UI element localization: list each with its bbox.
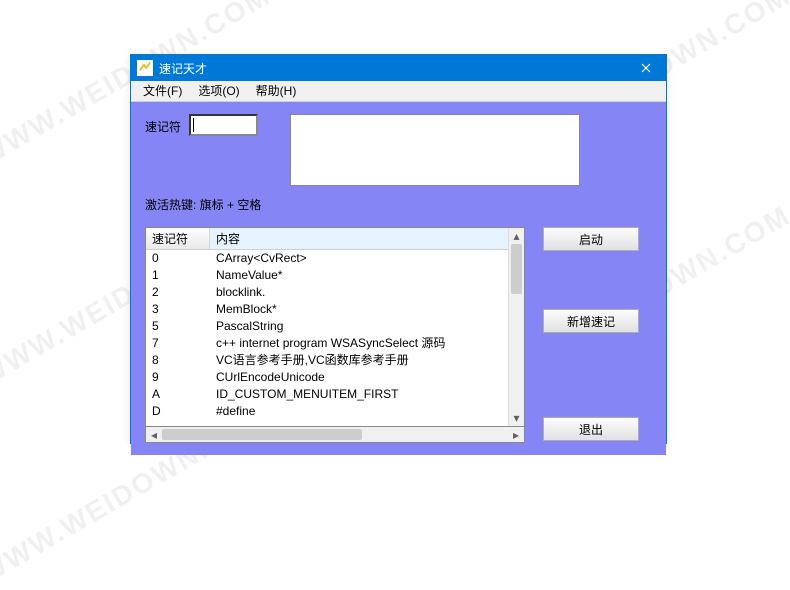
row-content: CUrlEncodeUnicode [210,369,508,386]
menubar: 文件(F) 选项(O) 帮助(H) [131,81,666,102]
row-shortcode: 7 [146,335,210,352]
table-row[interactable]: 3MemBlock* [146,301,508,318]
titlebar[interactable]: 速记天才 [131,55,666,81]
row-content: MemBlock* [210,301,508,318]
row-shortcode: D [146,403,210,420]
scroll-track-h[interactable] [162,427,508,442]
row-content: CArray<CvRect> [210,250,508,267]
menu-file[interactable]: 文件(F) [135,81,190,101]
add-shortcut-button[interactable]: 新增速记 [543,309,639,333]
close-button[interactable] [626,55,666,81]
table-row[interactable]: 1NameValue* [146,267,508,284]
shortcode-input[interactable] [194,117,254,133]
menu-help[interactable]: 帮助(H) [248,81,305,101]
list-header-content[interactable]: 内容 [210,228,508,249]
row-content: PascalString [210,318,508,335]
row-shortcode: 1 [146,267,210,284]
row-content: blocklink. [210,284,508,301]
vertical-scrollbar[interactable]: ▴ ▾ [508,228,524,426]
content-textarea[interactable] [290,114,580,186]
list-header[interactable]: 速记符 内容 [146,228,508,250]
scroll-thumb-h[interactable] [162,429,362,440]
table-row[interactable]: 8VC语言参考手册,VC函数库参考手册 [146,352,508,369]
table-row[interactable]: 2blocklink. [146,284,508,301]
start-button[interactable]: 启动 [543,227,639,251]
menu-options[interactable]: 选项(O) [190,81,247,101]
shortcut-list[interactable]: 速记符 内容 0CArray<CvRect>1NameValue*2blockl… [145,227,525,427]
row-content: #define [210,403,508,420]
row-shortcode: 3 [146,301,210,318]
row-content: VC语言参考手册,VC函数库参考手册 [210,352,508,369]
row-content: c++ internet program WSASyncSelect 源码 [210,335,508,352]
exit-button[interactable]: 退出 [543,417,639,441]
row-shortcode: A [146,386,210,403]
app-window: 速记天才 文件(F) 选项(O) 帮助(H) 速记符 激活热键: 旗标 + 空格 [130,54,667,444]
row-shortcode: 2 [146,284,210,301]
shortcode-label: 速记符 [145,114,181,135]
scroll-right-icon[interactable]: ▸ [508,427,524,443]
app-icon [137,60,153,76]
row-content: ID_CUSTOM_MENUITEM_FIRST [210,386,508,403]
row-shortcode: 9 [146,369,210,386]
shortcode-input-wrap[interactable] [189,114,258,136]
scroll-up-icon[interactable]: ▴ [509,228,524,244]
table-row[interactable]: 7c++ internet program WSASyncSelect 源码 [146,335,508,352]
row-content: NameValue* [210,267,508,284]
row-shortcode: 0 [146,250,210,267]
scroll-track[interactable] [509,244,524,410]
horizontal-scrollbar[interactable]: ◂ ▸ [145,427,525,443]
client-area: 速记符 激活热键: 旗标 + 空格 速记符 内容 0CArray<CvRect>… [131,102,666,455]
list-header-shortcode[interactable]: 速记符 [146,228,210,249]
scroll-down-icon[interactable]: ▾ [509,410,524,426]
window-title: 速记天才 [159,60,626,77]
scroll-thumb[interactable] [511,244,522,294]
table-row[interactable]: 5PascalString [146,318,508,335]
scroll-left-icon[interactable]: ◂ [146,427,162,443]
hotkey-label: 激活热键: 旗标 + 空格 [145,196,652,213]
table-row[interactable]: 9CUrlEncodeUnicode [146,369,508,386]
table-row[interactable]: D#define [146,403,508,420]
row-shortcode: 5 [146,318,210,335]
table-row[interactable]: AID_CUSTOM_MENUITEM_FIRST [146,386,508,403]
table-row[interactable]: 0CArray<CvRect> [146,250,508,267]
row-shortcode: 8 [146,352,210,369]
